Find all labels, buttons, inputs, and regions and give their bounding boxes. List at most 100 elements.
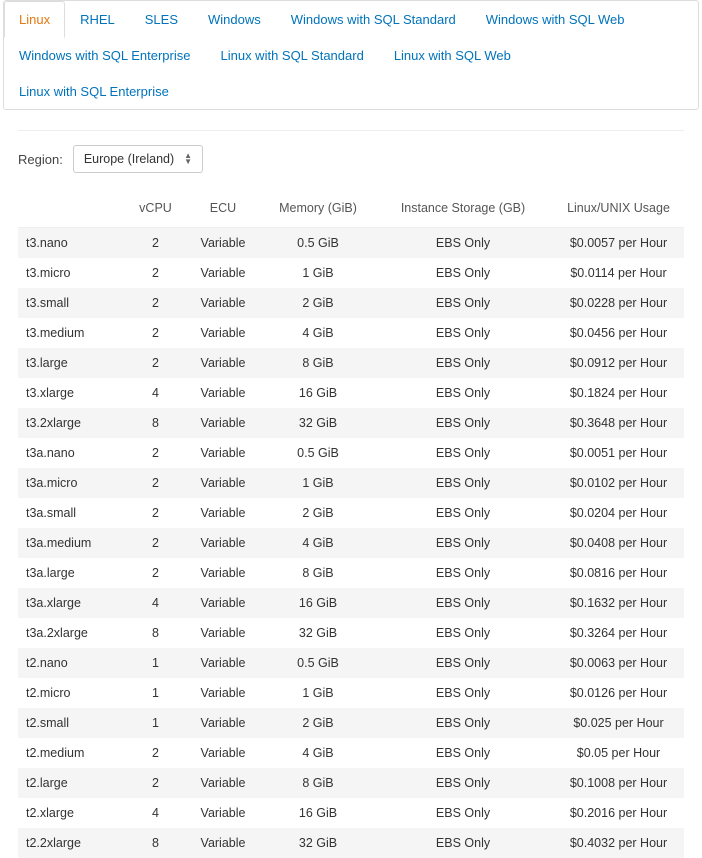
os-tab[interactable]: Linux with SQL Web: [379, 37, 526, 74]
table-row: t3a.2xlarge8Variable32 GiBEBS Only$0.326…: [18, 618, 684, 648]
cell-price: $0.025 per Hour: [553, 708, 684, 738]
cell-price: $0.0204 per Hour: [553, 498, 684, 528]
cell-ecu: Variable: [183, 558, 263, 588]
cell-price: $0.0408 per Hour: [553, 528, 684, 558]
cell-vcpu: 8: [128, 408, 183, 438]
cell-storage: EBS Only: [373, 438, 553, 468]
cell-storage: EBS Only: [373, 528, 553, 558]
cell-memory: 0.5 GiB: [263, 438, 373, 468]
table-row: t3.2xlarge8Variable32 GiBEBS Only$0.3648…: [18, 408, 684, 438]
cell-instance-name: t3.micro: [18, 258, 128, 288]
os-tab[interactable]: Windows with SQL Web: [471, 1, 640, 38]
cell-price: $0.0063 per Hour: [553, 648, 684, 678]
os-tab[interactable]: Windows with SQL Enterprise: [4, 37, 205, 74]
cell-memory: 2 GiB: [263, 288, 373, 318]
cell-memory: 2 GiB: [263, 498, 373, 528]
table-row: t3a.small2Variable2 GiBEBS Only$0.0204 p…: [18, 498, 684, 528]
cell-storage: EBS Only: [373, 558, 553, 588]
cell-vcpu: 2: [128, 768, 183, 798]
cell-instance-name: t3.large: [18, 348, 128, 378]
cell-price: $0.0102 per Hour: [553, 468, 684, 498]
cell-vcpu: 2: [128, 318, 183, 348]
os-tab-label: Linux with SQL Standard: [220, 48, 363, 63]
os-tab[interactable]: Windows: [193, 1, 276, 38]
col-header-storage: Instance Storage (GB): [373, 191, 553, 228]
region-select[interactable]: Europe (Ireland) ▲▼: [73, 145, 203, 173]
os-tab-label: Windows with SQL Enterprise: [19, 48, 190, 63]
table-row: t3.medium2Variable4 GiBEBS Only$0.0456 p…: [18, 318, 684, 348]
cell-ecu: Variable: [183, 828, 263, 858]
table-row: t3.nano2Variable0.5 GiBEBS Only$0.0057 p…: [18, 228, 684, 259]
os-tab[interactable]: Linux with SQL Standard: [205, 37, 378, 74]
os-tab[interactable]: Linux with SQL Enterprise: [4, 73, 184, 110]
cell-vcpu: 2: [128, 468, 183, 498]
cell-instance-name: t3a.nano: [18, 438, 128, 468]
os-tab[interactable]: Linux: [4, 1, 65, 38]
cell-instance-name: t2.small: [18, 708, 128, 738]
os-tab-label: Linux: [19, 12, 50, 27]
cell-vcpu: 2: [128, 348, 183, 378]
cell-vcpu: 4: [128, 798, 183, 828]
col-header-price: Linux/UNIX Usage: [553, 191, 684, 228]
cell-ecu: Variable: [183, 348, 263, 378]
cell-memory: 4 GiB: [263, 318, 373, 348]
cell-memory: 1 GiB: [263, 468, 373, 498]
cell-instance-name: t3.2xlarge: [18, 408, 128, 438]
table-row: t2.2xlarge8Variable32 GiBEBS Only$0.4032…: [18, 828, 684, 858]
cell-memory: 8 GiB: [263, 768, 373, 798]
cell-vcpu: 2: [128, 498, 183, 528]
cell-vcpu: 2: [128, 558, 183, 588]
cell-memory: 16 GiB: [263, 588, 373, 618]
cell-storage: EBS Only: [373, 498, 553, 528]
os-tab[interactable]: SLES: [130, 1, 193, 38]
cell-instance-name: t3a.micro: [18, 468, 128, 498]
cell-ecu: Variable: [183, 738, 263, 768]
cell-price: $0.0126 per Hour: [553, 678, 684, 708]
cell-memory: 16 GiB: [263, 798, 373, 828]
cell-storage: EBS Only: [373, 798, 553, 828]
table-row: t3.small2Variable2 GiBEBS Only$0.0228 pe…: [18, 288, 684, 318]
cell-vcpu: 2: [128, 528, 183, 558]
cell-instance-name: t2.xlarge: [18, 798, 128, 828]
cell-ecu: Variable: [183, 228, 263, 259]
cell-memory: 1 GiB: [263, 678, 373, 708]
cell-ecu: Variable: [183, 768, 263, 798]
cell-storage: EBS Only: [373, 708, 553, 738]
cell-price: $0.3648 per Hour: [553, 408, 684, 438]
cell-price: $0.05 per Hour: [553, 738, 684, 768]
cell-storage: EBS Only: [373, 828, 553, 858]
cell-storage: EBS Only: [373, 678, 553, 708]
cell-instance-name: t3.nano: [18, 228, 128, 259]
cell-vcpu: 1: [128, 708, 183, 738]
cell-instance-name: t3a.small: [18, 498, 128, 528]
cell-memory: 32 GiB: [263, 828, 373, 858]
table-row: t2.xlarge4Variable16 GiBEBS Only$0.2016 …: [18, 798, 684, 828]
cell-price: $0.0456 per Hour: [553, 318, 684, 348]
cell-price: $0.1632 per Hour: [553, 588, 684, 618]
table-row: t3.micro2Variable1 GiBEBS Only$0.0114 pe…: [18, 258, 684, 288]
cell-vcpu: 4: [128, 588, 183, 618]
os-tab[interactable]: RHEL: [65, 1, 130, 38]
cell-instance-name: t2.nano: [18, 648, 128, 678]
os-tab-label: Windows: [208, 12, 261, 27]
os-tab[interactable]: Windows with SQL Standard: [276, 1, 471, 38]
cell-storage: EBS Only: [373, 378, 553, 408]
cell-storage: EBS Only: [373, 468, 553, 498]
cell-storage: EBS Only: [373, 288, 553, 318]
region-label: Region:: [18, 152, 63, 167]
cell-price: $0.0816 per Hour: [553, 558, 684, 588]
cell-ecu: Variable: [183, 618, 263, 648]
cell-ecu: Variable: [183, 498, 263, 528]
os-tab-bar: Linux RHEL SLES Windows Windows with SQL Sta…: [3, 0, 699, 110]
table-row: t2.nano1Variable0.5 GiBEBS Only$0.0063 p…: [18, 648, 684, 678]
os-tab-label: SLES: [145, 12, 178, 27]
os-tab-label: RHEL: [80, 12, 115, 27]
cell-ecu: Variable: [183, 798, 263, 828]
cell-vcpu: 1: [128, 678, 183, 708]
cell-vcpu: 1: [128, 648, 183, 678]
cell-memory: 32 GiB: [263, 618, 373, 648]
cell-price: $0.3264 per Hour: [553, 618, 684, 648]
cell-storage: EBS Only: [373, 648, 553, 678]
table-row: t3a.nano2Variable0.5 GiBEBS Only$0.0051 …: [18, 438, 684, 468]
cell-ecu: Variable: [183, 678, 263, 708]
